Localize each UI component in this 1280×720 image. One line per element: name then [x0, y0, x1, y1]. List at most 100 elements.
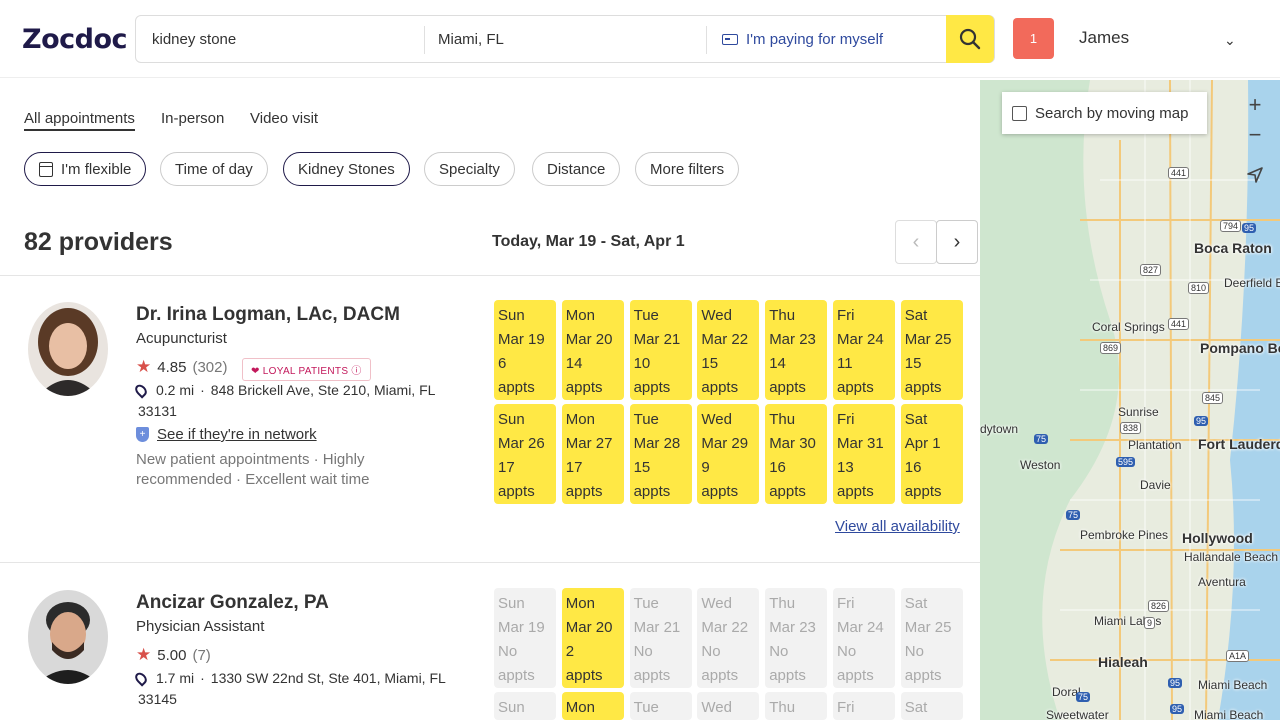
badge-label: LOYAL PATIENTS	[262, 366, 349, 377]
provider-rating[interactable]: ★ 4.85 (302)	[136, 357, 227, 377]
availability-day-slot[interactable]: Sat Apr 1 16 appts	[900, 404, 963, 504]
slot-day: Sun	[498, 699, 525, 716]
map-label: Pembroke Pines	[1080, 528, 1169, 542]
highway-shield: 9	[1144, 617, 1156, 629]
provider-rating[interactable]: ★ 5.00 (7)	[136, 645, 211, 665]
slot-date: Mar 21	[633, 331, 681, 348]
tab-in-person[interactable]: In-person	[161, 110, 224, 127]
slot-count: 15	[633, 459, 651, 476]
more-filters-button[interactable]: More filters	[635, 152, 740, 186]
my-location-button[interactable]	[1240, 160, 1270, 190]
calendar-icon	[39, 161, 53, 177]
provider-name[interactable]: Ancizar Gonzalez, PA	[136, 592, 329, 614]
tab-video-visit[interactable]: Video visit	[250, 110, 318, 127]
slot-day: Fri	[837, 595, 855, 612]
insurance-network-link[interactable]: + See if they're in network	[136, 426, 317, 443]
provider-avatar[interactable]	[28, 302, 108, 396]
slot-date: Mar 31	[837, 435, 884, 452]
slot-date: Mar 24	[837, 331, 884, 348]
slot-unit: appts	[701, 483, 739, 500]
map-label: Pompano Beach	[1200, 340, 1280, 356]
slot-day: Sat	[904, 307, 928, 324]
slot-date: Mar 24	[837, 619, 884, 636]
view-all-availability-link[interactable]: View all availability	[835, 518, 960, 535]
slot-date: Mar 26	[498, 435, 545, 452]
slot-day: Wed	[701, 699, 732, 716]
availability-day-slot[interactable]: Mon	[561, 692, 624, 720]
map-label: Miami Beach	[1194, 708, 1264, 720]
availability-day-slot[interactable]: Sun Mar 19 6 appts	[494, 300, 556, 400]
map-label: Hialeah	[1098, 654, 1148, 670]
time-of-day-filter[interactable]: Time of day	[160, 152, 268, 186]
availability-day-slot[interactable]: Sun Mar 26 17 appts	[494, 404, 556, 504]
loyal-patients-badge: ❤ LOYAL PATIENTS ⓘ	[242, 358, 371, 381]
availability-day-slot[interactable]: Wed Mar 22 15 appts	[697, 300, 760, 400]
map-label: Deerfield Beach	[1224, 276, 1280, 290]
search-by-moving-map-toggle[interactable]: Search by moving map	[1002, 92, 1207, 134]
slot-unit: appts	[633, 483, 671, 500]
insurance-card-icon	[722, 33, 738, 45]
insurance-selector[interactable]: I'm paying for myself	[722, 16, 922, 62]
availability-day-slot[interactable]: Fri Mar 24 11 appts	[833, 300, 895, 400]
highway-shield: 826	[1148, 600, 1170, 612]
availability-day-slot: Tue	[629, 692, 692, 720]
availability-day-slot[interactable]: Fri Mar 31 13 appts	[833, 404, 895, 504]
kidney-stones-filter[interactable]: Kidney Stones	[283, 152, 410, 186]
previous-dates-button[interactable]: ‹	[895, 220, 937, 264]
map-label: Fort Lauderdale	[1198, 436, 1280, 452]
slot-day: Wed	[701, 595, 732, 612]
location-input[interactable]: Miami, FL	[438, 16, 698, 62]
slot-day: Tue	[633, 411, 659, 428]
availability-day-slot[interactable]: Thu Mar 30 16 appts	[765, 404, 828, 504]
location-pin-icon	[132, 669, 150, 687]
slot-date: Mar 28	[633, 435, 681, 452]
provider-count: 82 providers	[24, 228, 173, 256]
interstate-shield: 595	[1116, 457, 1136, 467]
slot-day: Mon	[565, 595, 595, 612]
map[interactable]: Search by moving map Boca Raton Deerfiel…	[980, 80, 1280, 720]
zoom-out-button[interactable]: −	[1240, 120, 1270, 150]
slot-date: Mar 22	[701, 619, 749, 636]
availability-day-slot[interactable]: Mon Mar 27 17 appts	[561, 404, 624, 504]
checkbox[interactable]	[1012, 105, 1027, 121]
slot-date: Apr 1	[904, 435, 941, 452]
zocdoc-logo[interactable]: Zocdoc	[22, 24, 128, 55]
star-icon: ★	[136, 645, 152, 664]
highway-shield: 810	[1188, 282, 1210, 294]
zoom-in-button[interactable]: +	[1240, 90, 1270, 120]
availability-day-slot: Thu	[765, 692, 828, 720]
availability-day-slot[interactable]: Tue Mar 28 15 appts	[629, 404, 692, 504]
notifications-badge[interactable]: 1	[1013, 18, 1054, 59]
chevron-down-icon[interactable]: ⌄	[1224, 32, 1236, 49]
specialty-filter[interactable]: Specialty	[424, 152, 515, 186]
rating-value: 5.00	[157, 646, 187, 664]
slot-unit: appts	[633, 667, 671, 684]
slot-unit: appts	[769, 667, 806, 684]
map-label: Hollywood	[1182, 530, 1253, 546]
highway-shield: 794	[1220, 220, 1242, 232]
availability-day-slot[interactable]: Wed Mar 29 9 appts	[697, 404, 760, 504]
provider-avatar[interactable]	[28, 590, 108, 684]
slot-day: Fri	[837, 699, 855, 716]
provider-name[interactable]: Dr. Irina Logman, LAc, DACM	[136, 304, 400, 326]
slot-date: Mar 19	[498, 619, 545, 636]
tab-all-appointments[interactable]: All appointments	[24, 110, 135, 131]
availability-day-slot[interactable]: Thu Mar 23 14 appts	[765, 300, 828, 400]
user-menu[interactable]: James	[1079, 28, 1129, 48]
availability-day-slot[interactable]: Tue Mar 21 10 appts	[629, 300, 692, 400]
availability-day-slot[interactable]: Sat Mar 25 15 appts	[900, 300, 963, 400]
next-dates-button[interactable]: ›	[936, 220, 978, 264]
flexible-filter[interactable]: I'm flexible	[24, 152, 147, 186]
availability-day-slot: Sat Mar 25 No appts	[900, 588, 963, 688]
availability-day-slot[interactable]: Mon Mar 20 2 appts	[561, 588, 624, 688]
slot-unit: appts	[837, 667, 874, 684]
location-pin-icon	[132, 381, 150, 399]
interstate-shield: 95	[1170, 704, 1185, 714]
distance-filter[interactable]: Distance	[532, 152, 621, 186]
search-input[interactable]: kidney stone	[152, 16, 422, 62]
slot-day: Mon	[565, 411, 595, 428]
slot-day: Fri	[837, 411, 855, 428]
slot-day: Sun	[498, 411, 525, 428]
search-button[interactable]	[946, 15, 994, 63]
availability-day-slot[interactable]: Mon Mar 20 14 appts	[561, 300, 624, 400]
